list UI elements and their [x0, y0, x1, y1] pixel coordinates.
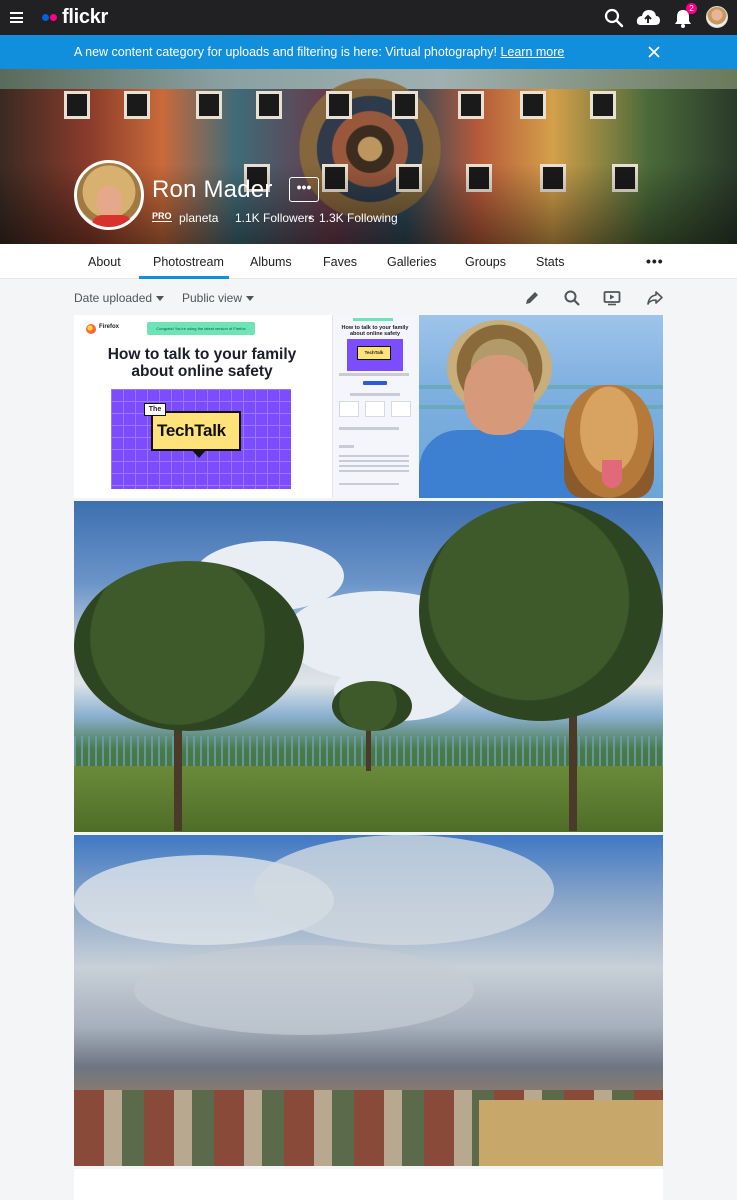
- profile-subnav: About Photostream Albums Faves Galleries…: [0, 244, 737, 279]
- photo-park-trees[interactable]: [74, 501, 663, 832]
- preview-footer-links: [339, 455, 409, 475]
- cover-window: [196, 91, 222, 119]
- tab-photostream[interactable]: Photostream: [153, 255, 224, 269]
- close-icon[interactable]: [648, 46, 660, 58]
- logo-blue-dot: [42, 13, 49, 21]
- preview-text-line: [339, 483, 399, 485]
- profile-avatar[interactable]: [74, 160, 144, 230]
- top-bar: flickr 2: [0, 0, 737, 35]
- foreground-building: [479, 1100, 663, 1166]
- profile-more-button[interactable]: •••: [289, 177, 319, 202]
- preview-button: [363, 381, 387, 385]
- firefox-logo-icon: [86, 324, 96, 334]
- flickr-logo[interactable]: flickr: [42, 6, 108, 28]
- followers-link[interactable]: 1.1K Followers: [235, 211, 314, 225]
- chevron-down-icon: [156, 296, 165, 302]
- hamburger-menu-icon[interactable]: [10, 12, 23, 23]
- slideshow-icon[interactable]: [603, 289, 621, 307]
- tree-right: [419, 501, 663, 721]
- cover-window: [590, 91, 616, 119]
- share-icon[interactable]: [646, 289, 664, 307]
- profile-username: planeta: [179, 211, 219, 225]
- photo-selfie-with-dog[interactable]: [419, 315, 663, 498]
- cover-window: [326, 91, 352, 119]
- tab-about[interactable]: About: [88, 255, 121, 269]
- blue-tshirt: [419, 430, 579, 498]
- tree-left: [74, 561, 304, 731]
- search-icon[interactable]: [563, 289, 581, 307]
- active-tab-underline: [139, 276, 229, 279]
- preview-text-line: [339, 445, 354, 448]
- next-photo-card[interactable]: [74, 1169, 663, 1200]
- techtalk-wordmark: TechTalk: [157, 421, 226, 440]
- cover-window: [124, 91, 150, 119]
- preview-title: How to talk to your family about online …: [341, 325, 409, 337]
- notification-count-badge: 2: [686, 3, 697, 14]
- upload-cloud-icon[interactable]: [636, 7, 660, 29]
- cloud: [134, 945, 474, 1035]
- sort-dropdown[interactable]: Date uploaded: [74, 291, 165, 305]
- tab-groups[interactable]: Groups: [465, 255, 506, 269]
- dog-tongue: [602, 460, 622, 488]
- announcement-text: A new content category for uploads and f…: [74, 45, 497, 59]
- firefox-update-banner: Congrats! You're using the latest versio…: [147, 322, 255, 335]
- preview-card: [391, 401, 411, 417]
- cover-window: [64, 91, 90, 119]
- logo-wordmark: flickr: [62, 5, 109, 28]
- following-link[interactable]: 1.3K Following: [319, 211, 398, 225]
- learn-more-link[interactable]: Learn more: [500, 45, 564, 59]
- sort-dropdown-label: Date uploaded: [74, 291, 153, 305]
- firefox-label: Firefox: [99, 324, 120, 330]
- view-dropdown[interactable]: Public view: [182, 291, 255, 305]
- tab-faves[interactable]: Faves: [323, 255, 357, 269]
- preview-card: [365, 401, 385, 417]
- search-icon[interactable]: [603, 7, 625, 29]
- announcement-bar: A new content category for uploads and f…: [0, 35, 737, 69]
- cover-window: [392, 91, 418, 119]
- chevron-down-icon: [246, 296, 255, 302]
- photo-cloudy-sky-city[interactable]: [74, 835, 663, 1166]
- preview-text-line: [350, 393, 400, 396]
- subnav-more-button[interactable]: •••: [646, 253, 664, 269]
- preview-banner: [353, 318, 393, 321]
- photo-techtalk[interactable]: Firefox Congrats! You're using the lates…: [74, 315, 416, 498]
- cover-window: [520, 91, 546, 119]
- pro-badge: PRO: [152, 211, 172, 222]
- cover-window: [458, 91, 484, 119]
- tree-middle: [332, 681, 412, 731]
- profile-name: Ron Mader: [152, 176, 273, 203]
- edit-icon[interactable]: [523, 289, 541, 307]
- preview-text-line: [339, 373, 409, 376]
- user-avatar[interactable]: [706, 6, 728, 28]
- logo-pink-dot: [50, 13, 57, 21]
- techtalk-the-label: The: [144, 403, 166, 416]
- preview-text-line: [339, 427, 399, 430]
- announcement-text-wrap: A new content category for uploads and f…: [74, 45, 564, 59]
- smiling-face: [464, 355, 534, 435]
- cloud: [254, 835, 554, 945]
- tab-albums[interactable]: Albums: [250, 255, 292, 269]
- view-dropdown-label: Public view: [182, 291, 243, 305]
- cover-window: [256, 91, 282, 119]
- tab-stats[interactable]: Stats: [536, 255, 565, 269]
- preview-card: [339, 401, 359, 417]
- techtalk-main-panel: Firefox Congrats! You're using the lates…: [74, 315, 330, 498]
- techtalk-headline: How to talk to your family about online …: [107, 346, 297, 380]
- tab-galleries[interactable]: Galleries: [387, 255, 436, 269]
- preview-wordmark: TechTalk: [357, 346, 391, 360]
- techtalk-artwork: The TechTalk: [111, 389, 291, 489]
- stats-separator: •: [308, 211, 313, 225]
- techtalk-page-preview: How to talk to your family about online …: [332, 315, 416, 498]
